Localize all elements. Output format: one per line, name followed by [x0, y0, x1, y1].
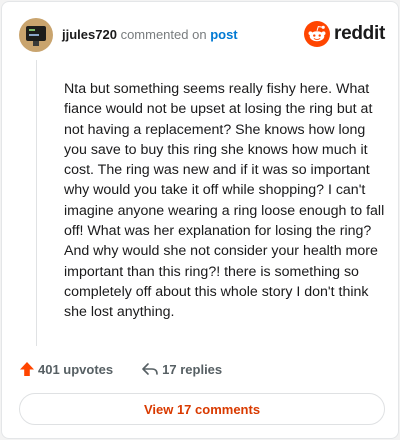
commented-on-text: commented on [120, 27, 207, 42]
comment-actions: 401 upvotes 17 replies [19, 359, 222, 379]
upvote-arrow-icon[interactable] [19, 361, 35, 377]
comment-card: jjules720 commented on post reddit Nta b… [1, 1, 399, 439]
thread-line[interactable] [36, 60, 37, 346]
reddit-logo[interactable]: reddit [304, 21, 385, 47]
username-link[interactable]: jjules720 [62, 27, 117, 42]
user-avatar[interactable] [19, 18, 53, 52]
comment-body: Nta but something seems really fishy her… [64, 81, 385, 321]
reddit-wordmark: reddit [334, 23, 385, 44]
reply-arrow-icon[interactable] [141, 361, 159, 377]
avatar-screen-graphic [26, 26, 46, 41]
comment-meta: jjules720 commented on post [62, 27, 238, 43]
reply-count: 17 replies [162, 361, 223, 377]
view-comments-button[interactable]: View 17 comments [19, 393, 385, 425]
post-link[interactable]: post [210, 27, 237, 42]
upvote-count: 401 upvotes [38, 361, 114, 377]
avatar-stand-graphic [33, 41, 39, 46]
comment-header: jjules720 commented on post reddit [19, 17, 385, 53]
reddit-snoo-icon [304, 21, 331, 47]
